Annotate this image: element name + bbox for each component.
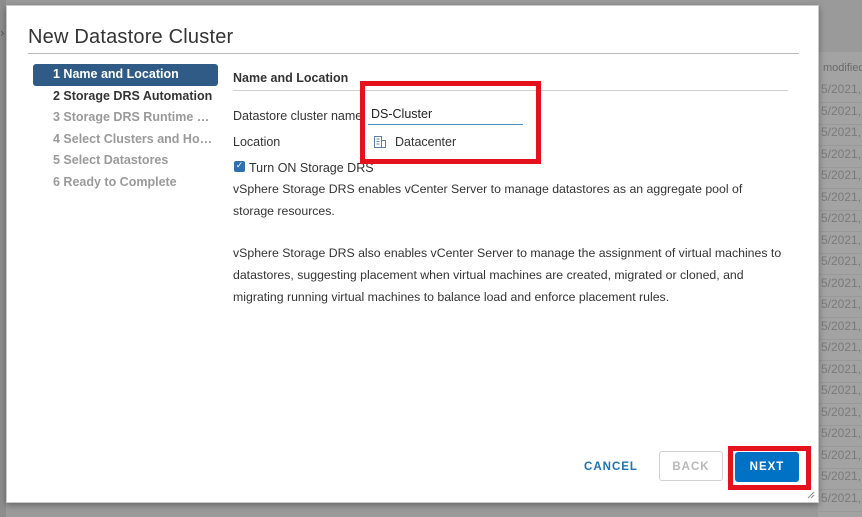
background-glyph: › bbox=[0, 26, 5, 40]
highlight-box-fields bbox=[360, 81, 541, 164]
step-select-datastores: 5 Select Datastores bbox=[33, 150, 218, 172]
background-cell: 5/2021, bbox=[818, 276, 862, 297]
step-label: 3 Storage DRS Runtime Se... bbox=[53, 110, 215, 124]
wizard-steps: ✔ 1 Name and Location 2 Storage DRS Auto… bbox=[33, 64, 218, 193]
step-select-clusters-and-hosts: 4 Select Clusters and Hosts bbox=[33, 129, 218, 151]
background-cell: 5/2021, bbox=[818, 125, 862, 146]
background-cell: 5/2021, bbox=[818, 319, 862, 340]
background-cell: 5/2021, bbox=[818, 104, 862, 125]
step-label: 5 Select Datastores bbox=[53, 153, 169, 167]
description-paragraph-2: vSphere Storage DRS also enables vCenter… bbox=[233, 246, 782, 304]
background-cell: 5/2021, bbox=[818, 426, 862, 447]
back-button: BACK bbox=[659, 451, 723, 481]
background-cell: 5/2021, bbox=[818, 82, 862, 103]
background-cell: 5/2021, bbox=[818, 383, 862, 404]
storage-drs-label: Turn ON Storage DRS bbox=[249, 161, 374, 175]
dialog-title: New Datastore Cluster bbox=[28, 26, 234, 48]
step-label: 1 Name and Location bbox=[53, 67, 179, 81]
step-label: 4 Select Clusters and Hosts bbox=[53, 131, 215, 146]
step-storage-drs-automation[interactable]: 2 Storage DRS Automation bbox=[33, 86, 218, 108]
background-column-header: modified bbox=[823, 62, 862, 74]
background-cell: 5/2021, bbox=[818, 190, 862, 211]
cancel-button[interactable]: CANCEL bbox=[579, 452, 643, 482]
background-cell: 5/2021, bbox=[818, 491, 862, 512]
background-cell: 5/2021, bbox=[818, 168, 862, 189]
next-button[interactable]: NEXT bbox=[735, 452, 799, 482]
background-cell: 5/2021, bbox=[818, 340, 862, 361]
location-label: Location bbox=[233, 135, 281, 149]
background-cell: 5/2021, bbox=[818, 254, 862, 275]
storage-drs-checkbox[interactable]: ✓ bbox=[234, 161, 245, 172]
new-datastore-cluster-dialog: New Datastore Cluster ✔ 1 Name and Locat… bbox=[6, 5, 819, 503]
background-cell: 5/2021, bbox=[818, 469, 862, 490]
step-storage-drs-runtime: 3 Storage DRS Runtime Se... bbox=[33, 107, 218, 129]
step-ready-to-complete: 6 Ready to Complete bbox=[33, 172, 218, 194]
background-cell: 5/2021, bbox=[818, 147, 862, 168]
title-divider bbox=[28, 53, 799, 54]
background-cell: 5/2021, bbox=[818, 233, 862, 254]
name-label: Datastore cluster name bbox=[233, 109, 363, 123]
description-paragraph-1: vSphere Storage DRS enables vCenter Serv… bbox=[233, 182, 743, 218]
checkbox-check-icon: ✓ bbox=[235, 161, 244, 171]
background-cell: 5/2021, bbox=[818, 362, 862, 383]
step-label: 2 Storage DRS Automation bbox=[53, 88, 213, 103]
background-cell: 5/2021, bbox=[818, 297, 862, 318]
resize-grip-icon[interactable] bbox=[807, 491, 815, 499]
background-cell: 5/2021, bbox=[818, 211, 862, 232]
step-name-and-location[interactable]: ✔ 1 Name and Location bbox=[33, 64, 218, 86]
background-cell: 5/2021, bbox=[818, 448, 862, 469]
step-label: 6 Ready to Complete bbox=[53, 174, 177, 189]
background-cell: 5/2021, bbox=[818, 405, 862, 426]
